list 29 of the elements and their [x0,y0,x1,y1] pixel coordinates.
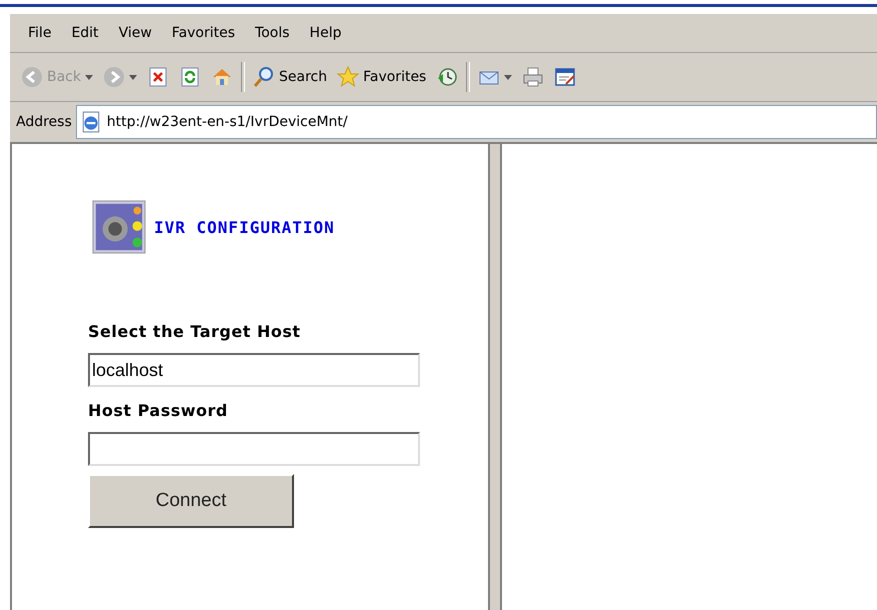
caret-icon [85,74,93,80]
stop-icon [147,66,169,88]
menu-item[interactable]: View [108,25,162,41]
home-icon [211,66,233,88]
app-title: IVR CONFIGURATION [154,218,335,236]
frame-splitter[interactable] [488,144,502,610]
search-button[interactable]: Search [248,60,332,94]
speaker-icon [92,200,146,254]
caret-icon [504,74,512,80]
clock-icon [436,66,458,88]
menu-item[interactable]: File [18,25,62,41]
menu-item[interactable]: Edit [61,25,109,41]
password-label: Host Password [88,401,228,420]
edit-icon [554,66,576,88]
host-label: Select the Target Host [88,322,300,341]
printer-icon [522,66,544,88]
favorites-button[interactable]: Favorites [332,60,432,94]
menu-item[interactable]: Help [300,25,352,41]
refresh-icon [179,66,201,88]
star-icon [337,66,360,88]
password-field[interactable] [88,432,420,466]
caret-icon [129,74,137,80]
search-icon [253,66,275,88]
menu-item[interactable]: Tools [245,25,300,41]
address-label: Address [16,114,72,130]
connect-button[interactable]: Connect [88,474,294,528]
host-field[interactable]: localhost [88,353,420,387]
address-field[interactable]: http://w23ent-en-s1/IvrDeviceMnt/ [76,105,877,139]
menu-item[interactable]: Favorites [162,25,246,41]
